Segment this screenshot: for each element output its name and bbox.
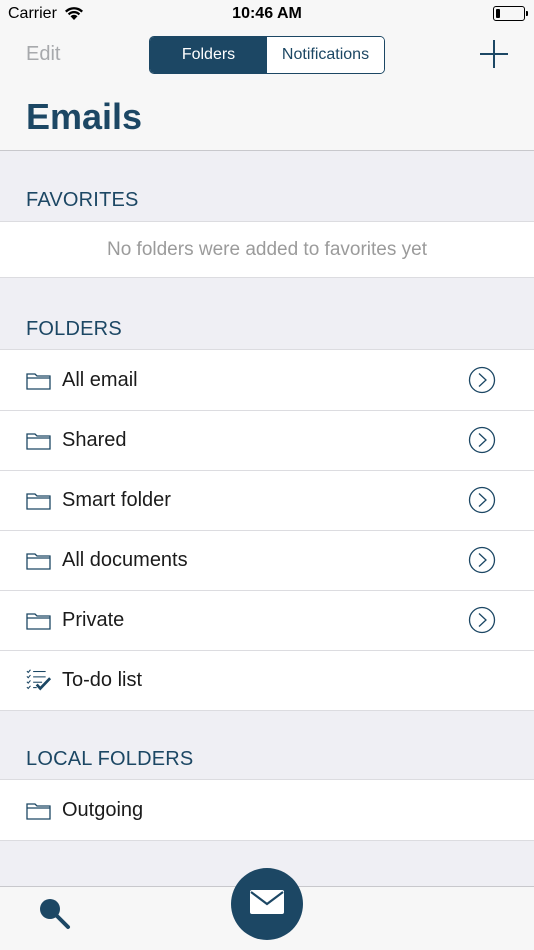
local-folders-header: LOCAL FOLDERS xyxy=(26,748,194,770)
folder-label: To-do list xyxy=(62,668,143,691)
plus-icon[interactable] xyxy=(480,40,508,68)
folder-icon xyxy=(26,430,51,450)
folders-header: FOLDERS xyxy=(26,318,122,340)
mail-icon xyxy=(250,889,284,919)
local-folders-list: Outgoing xyxy=(0,779,534,841)
folder-icon xyxy=(26,610,51,630)
tab-folders[interactable]: Folders xyxy=(150,37,267,73)
folder-row-outgoing[interactable]: Outgoing xyxy=(0,780,534,840)
tab-notifications[interactable]: Notifications xyxy=(267,37,384,73)
folder-row-smart-folder[interactable]: Smart folder xyxy=(0,470,534,530)
chevron-right-icon[interactable] xyxy=(468,606,496,634)
search-icon[interactable] xyxy=(36,895,72,931)
folder-label: All email xyxy=(62,368,138,391)
chevron-right-icon[interactable] xyxy=(468,426,496,454)
status-bar: Carrier 10:46 AM xyxy=(0,0,534,30)
chevron-right-icon[interactable] xyxy=(468,546,496,574)
navigation-bar: Edit Folders Notifications Emails xyxy=(0,30,534,151)
folder-label: Private xyxy=(62,608,125,631)
folder-label: All documents xyxy=(62,548,188,571)
folder-label: Outgoing xyxy=(62,798,144,821)
folder-row-private[interactable]: Private xyxy=(0,590,534,650)
edit-button[interactable]: Edit xyxy=(26,43,60,66)
folder-row-all-documents[interactable]: All documents xyxy=(0,530,534,590)
clock: 10:46 AM xyxy=(232,5,302,22)
favorites-empty-message: No folders were added to favorites yet xyxy=(0,221,534,278)
favorites-header: FAVORITES xyxy=(26,189,139,211)
compose-button[interactable] xyxy=(231,868,303,940)
chevron-right-icon[interactable] xyxy=(468,366,496,394)
folders-list: All email Shared Smart folder All docume… xyxy=(0,349,534,711)
folder-icon xyxy=(26,550,51,570)
folder-icon xyxy=(26,490,51,510)
folder-icon xyxy=(26,800,51,820)
folder-row-shared[interactable]: Shared xyxy=(0,410,534,470)
view-segmented-control: Folders Notifications xyxy=(149,36,385,74)
checklist-icon xyxy=(26,669,51,691)
chevron-right-icon[interactable] xyxy=(468,486,496,514)
folder-label: Smart folder xyxy=(62,488,171,511)
folder-row-todo-list[interactable]: To-do list xyxy=(0,650,534,710)
folder-row-all-email[interactable]: All email xyxy=(0,350,534,410)
battery-icon xyxy=(493,6,528,21)
folder-label: Shared xyxy=(62,428,127,451)
folder-icon xyxy=(26,370,51,390)
page-title: Emails xyxy=(26,96,143,137)
